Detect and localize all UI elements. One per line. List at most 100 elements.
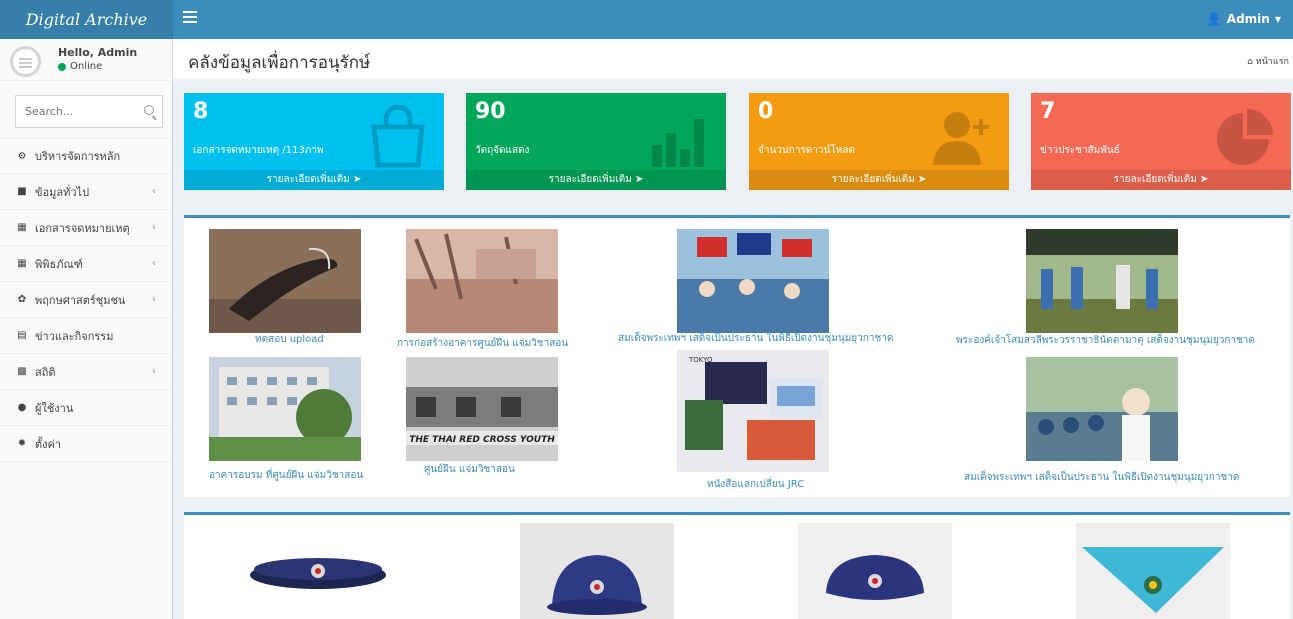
stat-label: ข่าวประชาสัมพันธ์ (1040, 145, 1120, 156)
user-menu[interactable]: 👤 Admin ▼ (1207, 12, 1281, 26)
gallery-item[interactable] (209, 229, 361, 336)
user-status: Online (58, 61, 102, 72)
leaf-icon: ✿ (17, 294, 27, 305)
stat-more-link-label: รายละเอียดเพิ่มเติม (548, 174, 632, 185)
online-status-icon (58, 62, 66, 71)
sidebar-item-settings[interactable]: ✹ ตั้งค่า (0, 426, 172, 462)
search-input[interactable] (16, 96, 162, 127)
stat-more-link-label: รายละเอียดเพิ่มเติม (266, 174, 350, 185)
stat-more-link[interactable]: รายละเอียดเพิ่มเติม ➤ (184, 170, 444, 190)
archive-photo (1026, 357, 1178, 461)
stat-more-link[interactable]: รายละเอียดเพิ่มเติม ➤ (749, 170, 1009, 190)
gallery-item[interactable] (677, 229, 829, 336)
stat-box-archives: 8 เอกสารจดหมายเหตุ /113ภาพ รายละเอียดเพิ… (184, 93, 444, 190)
sidebar-item-label: ตั้งค่า (35, 437, 62, 451)
sidebar-item-label: ผู้ใช้งาน (35, 401, 74, 415)
user-menu-label: Admin (1226, 12, 1270, 26)
stat-box-downloads: 0 จำนวนการดาวน์โหลด รายละเอียดเพิ่มเติม … (749, 93, 1009, 190)
book-icon: ■ (17, 186, 27, 197)
content-header: คลังข้อมูลเพื่อการอนุรักษ์ ⌂ หน้าแรก (173, 39, 1293, 79)
user-greeting: Hello, Admin (58, 46, 138, 59)
gallery-caption[interactable]: การก่อสร้างอาคารศูนย์ฝึน แจ่มวิชาสอน (397, 336, 568, 351)
top-navbar: 👤 Admin ▼ (173, 0, 1293, 39)
stat-box-news: 7 ข่าวประชาสัมพันธ์ รายละเอียดเพิ่มเติม … (1031, 93, 1291, 190)
sidebar-toggle-icon[interactable] (183, 11, 197, 25)
gallery-caption[interactable]: หนังสือแลกเปลี่ยน JRC (707, 477, 804, 492)
gallery-item[interactable] (209, 357, 361, 464)
user-icon: 👤 (1206, 12, 1222, 26)
sidebar-menu: ⚙ บริหารจัดการหลัก ■ ข้อมูลทั่วไป ‹ ▦ เอกสาร… (0, 138, 172, 462)
photo-banner-text: THE THAI RED CROSS YOUTH (409, 435, 555, 445)
grid-icon: ▦ (17, 222, 27, 233)
stat-value: 90 (475, 99, 506, 124)
sidebar-search (15, 95, 163, 128)
gallery-caption[interactable]: สมเด็จพระเทพฯ เสด็จเป็นประธาน ในพิธีเปิด… (964, 470, 1239, 485)
sidebar-item-stats[interactable]: ▩ สถิติ ‹ (0, 354, 172, 390)
stat-more-link[interactable]: รายละเอียดเพิ่มเติม ➤ (1031, 170, 1291, 190)
breadcrumb-home[interactable]: หน้าแรก (1256, 57, 1289, 67)
gallery-caption[interactable]: สมเด็จพระเทพฯ เสด็จเป็นประธาน ในพิธีเปิด… (618, 331, 893, 346)
sidebar-item-news[interactable]: ▤ ข่าวและกิจกรรม (0, 318, 172, 354)
sidebar-item-dashboard[interactable]: ⚙ บริหารจัดการหลัก (0, 138, 172, 174)
gallery-item[interactable] (1026, 229, 1178, 336)
museum-item[interactable] (241, 523, 395, 619)
archive-photo (406, 229, 558, 333)
grid-icon: ▦ (17, 258, 27, 269)
stat-label: จำนวนการดาวน์โหลด (758, 145, 855, 156)
chevron-left-icon: ‹ (152, 222, 156, 233)
arrow-circle-right-icon: ➤ (918, 174, 927, 185)
gallery-caption[interactable]: พระองค์เจ้าโสมสวลีพระวรราชาธินัดดามาตุ เ… (956, 333, 1255, 348)
sidebar-item-museum[interactable]: ▦ พิพิธภัณฑ์ ‹ (0, 246, 172, 282)
sidebar-item-users[interactable]: ● ผู้ใช้งาน (0, 390, 172, 426)
sidebar-item-botany[interactable]: ✿ พฤกษศาสตร์ชุมชน ‹ (0, 282, 172, 318)
sidebar-item-label: พฤกษศาสตร์ชุมชน (35, 293, 126, 307)
chevron-left-icon: ‹ (152, 366, 156, 377)
sidebar: Hello, Admin Online ⚙ บริหารจัดการหลัก ■ ข… (0, 39, 173, 619)
chevron-left-icon: ‹ (152, 294, 156, 305)
gallery-item[interactable]: TOKYO (677, 350, 829, 475)
gear-icon: ✹ (17, 438, 27, 449)
museum-photo (520, 523, 674, 619)
gallery-caption[interactable]: ศูนย์ฝึน แจ่มวิชาสอน (424, 462, 515, 477)
sidebar-item-label: พิพิธภัณฑ์ (35, 257, 83, 271)
archive-photo (209, 229, 361, 333)
archive-photo (677, 229, 829, 333)
stat-more-link-label: รายละเอียดเพิ่มเติม (1113, 174, 1197, 185)
shopping-bag-icon (371, 105, 425, 168)
breadcrumb[interactable]: ⌂ หน้าแรก (1247, 54, 1289, 68)
user-status-text: Online (70, 61, 103, 72)
museum-photo (1076, 523, 1230, 619)
sidebar-item-label: บริหารจัดการหลัก (35, 150, 121, 163)
sidebar-item-label: ข่าวและกิจกรรม (35, 329, 114, 343)
stat-value: 8 (193, 99, 209, 124)
museum-photo (241, 523, 395, 619)
stat-value: 0 (758, 99, 774, 124)
search-icon[interactable] (144, 105, 154, 115)
sidebar-item-label: ข้อมูลทั่วไป (35, 185, 90, 199)
chevron-left-icon: ‹ (152, 258, 156, 269)
sidebar-item-archives[interactable]: ▦ เอกสารจดหมายเหตุ ‹ (0, 210, 172, 246)
museum-item[interactable] (520, 523, 674, 619)
app-logo[interactable]: Digital Archive (0, 0, 173, 39)
gallery-item[interactable]: THE THAI RED CROSS YOUTH (406, 357, 558, 464)
archive-photo (209, 357, 361, 461)
stat-more-link[interactable]: รายละเอียดเพิ่มเติม ➤ (466, 170, 726, 190)
gallery-item[interactable] (406, 229, 558, 336)
gallery-item[interactable] (1026, 357, 1178, 464)
dashboard-icon: ⚙ (17, 150, 27, 162)
sidebar-item-general[interactable]: ■ ข้อมูลทั่วไป ‹ (0, 174, 172, 210)
chevron-left-icon: ‹ (152, 186, 156, 197)
avatar (10, 46, 41, 77)
gallery-caption[interactable]: ทดสอบ upload (255, 332, 324, 347)
user-add-icon (933, 112, 989, 165)
sidebar-item-label: สถิติ (35, 365, 56, 379)
arrow-circle-right-icon: ➤ (353, 174, 362, 185)
archive-photo: THE THAI RED CROSS YOUTH (406, 357, 558, 461)
gallery-caption[interactable]: อาคารอบรม ที่ศูนย์ฝึน แจ่มวิชาสอน (209, 468, 363, 483)
stat-box-exhibits: 90 วัตถุจัดแสดง รายละเอียดเพิ่มเติม ➤ (466, 93, 726, 190)
page-title: คลังข้อมูลเพื่อการอนุรักษ์ (188, 53, 371, 73)
museum-item[interactable] (1076, 523, 1230, 619)
archive-photo (1026, 229, 1178, 333)
museum-item[interactable] (798, 523, 952, 619)
user-panel: Hello, Admin Online (0, 39, 172, 81)
